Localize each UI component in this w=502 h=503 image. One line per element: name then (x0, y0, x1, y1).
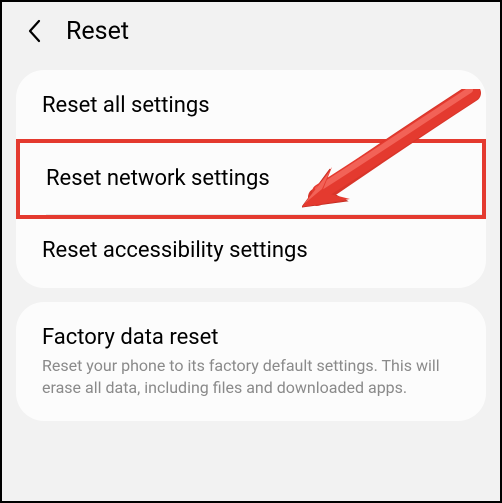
factory-data-reset[interactable]: Factory data reset Reset your phone to i… (16, 302, 486, 421)
item-title: Reset all settings (42, 92, 460, 121)
item-title: Reset network settings (46, 165, 456, 194)
factory-reset-card: Factory data reset Reset your phone to i… (16, 302, 486, 421)
item-title: Factory data reset (42, 324, 460, 353)
reset-network-settings[interactable]: Reset network settings (16, 139, 486, 220)
back-icon[interactable] (22, 18, 48, 44)
item-title: Reset accessibility settings (42, 237, 460, 266)
page-title: Reset (66, 17, 129, 46)
reset-all-settings[interactable]: Reset all settings (16, 70, 486, 143)
item-subtitle: Reset your phone to its factory default … (42, 355, 460, 398)
reset-options-card: Reset all settings Reset network setting… (16, 70, 486, 288)
reset-accessibility-settings[interactable]: Reset accessibility settings (16, 215, 486, 288)
page-header: Reset (2, 2, 500, 60)
